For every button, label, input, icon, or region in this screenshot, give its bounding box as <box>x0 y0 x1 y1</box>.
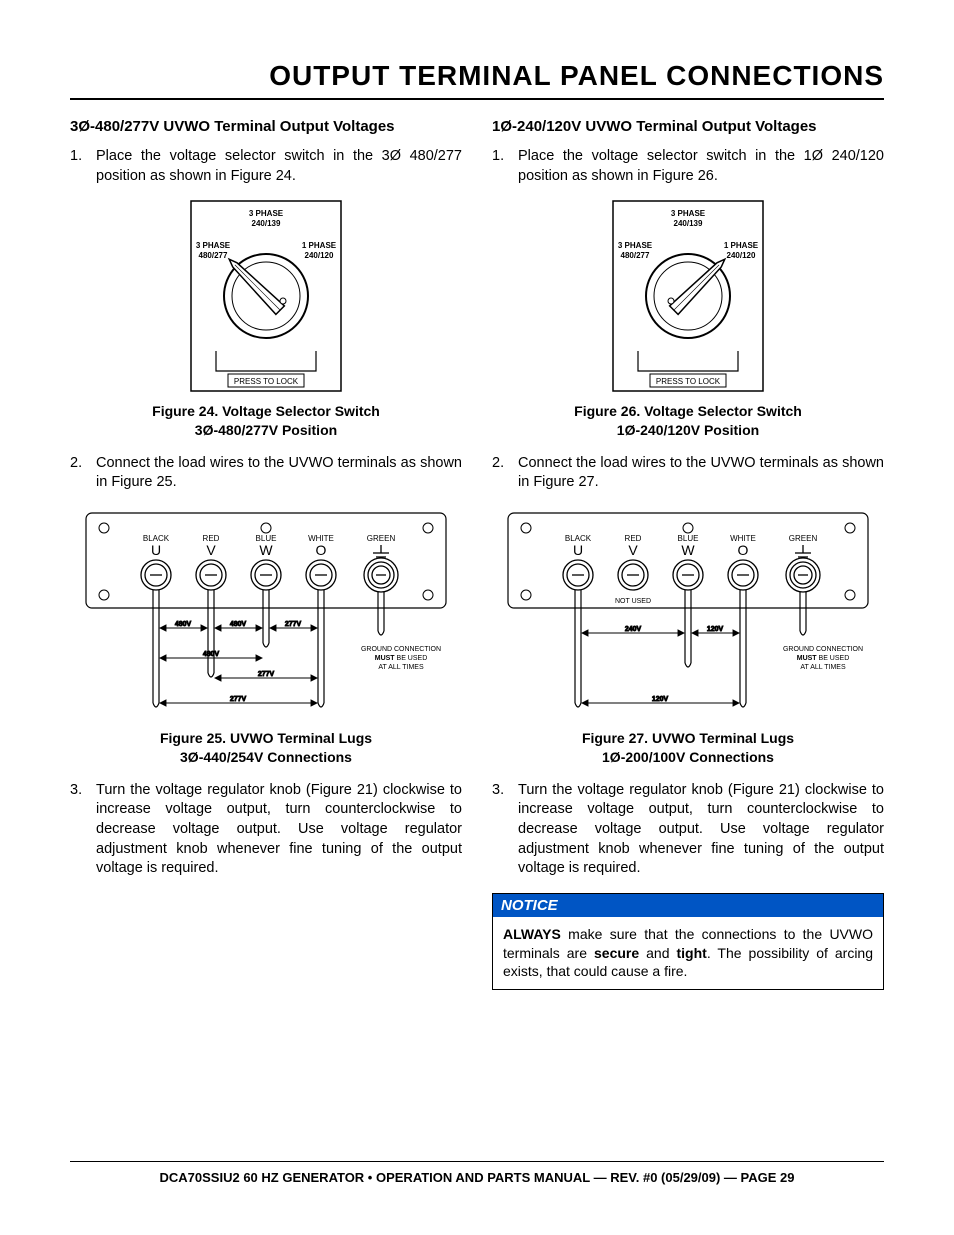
figure-24: 3 PHASE 240/139 3 PHASE 480/277 1 PHASE … <box>70 196 462 440</box>
svg-text:277V: 277V <box>285 621 302 628</box>
uvwo-terminal-diagram-3phase: BLACK RED BLUE WHITE GREEN U V W O <box>76 503 456 723</box>
svg-text:V: V <box>206 542 216 558</box>
left-heading: 3Ø-480/277V UVWO Terminal Output Voltage… <box>70 118 462 135</box>
svg-text:U: U <box>573 542 583 558</box>
svg-text:AT ALL TIMES: AT ALL TIMES <box>800 664 846 671</box>
right-column: 1Ø-240/120V UVWO Terminal Output Voltage… <box>492 118 884 990</box>
svg-text:O: O <box>738 542 749 558</box>
left-step-2: 2. Connect the load wires to the UVWO te… <box>70 454 462 493</box>
page-title: OUTPUT TERMINAL PANEL CONNECTIONS <box>70 60 884 100</box>
svg-text:1 PHASE: 1 PHASE <box>724 241 759 250</box>
svg-text:V: V <box>628 542 638 558</box>
figure-26: 3 PHASE 240/139 3 PHASE 480/277 1 PHASE … <box>492 196 884 440</box>
svg-text:GROUND CONNECTION: GROUND CONNECTION <box>783 646 863 653</box>
notice-body: ALWAYS make sure that the connections to… <box>493 917 883 990</box>
svg-text:240/139: 240/139 <box>674 219 703 228</box>
svg-text:GREEN: GREEN <box>367 534 396 543</box>
right-heading: 1Ø-240/120V UVWO Terminal Output Voltage… <box>492 118 884 135</box>
notice-box: NOTICE ALWAYS make sure that the connect… <box>492 893 884 991</box>
svg-text:AT ALL TIMES: AT ALL TIMES <box>378 664 424 671</box>
svg-text:MUST BE USED: MUST BE USED <box>375 655 428 662</box>
svg-text:W: W <box>681 542 695 558</box>
voltage-selector-switch-diagram: 3 PHASE 240/139 3 PHASE 480/277 1 PHASE … <box>181 196 351 396</box>
svg-text:120V: 120V <box>652 696 669 703</box>
svg-text:480V: 480V <box>230 621 247 628</box>
svg-text:W: W <box>259 542 273 558</box>
svg-text:PRESS TO LOCK: PRESS TO LOCK <box>234 377 299 386</box>
svg-text:240/120: 240/120 <box>727 251 756 260</box>
svg-text:GREEN: GREEN <box>789 534 818 543</box>
right-step-3: 3. Turn the voltage regulator knob (Figu… <box>492 781 884 879</box>
svg-text:GROUND CONNECTION: GROUND CONNECTION <box>361 646 441 653</box>
svg-text:480/277: 480/277 <box>621 251 650 260</box>
uvwo-terminal-diagram-1phase: BLACK RED BLUE WHITE GREEN U V W O <box>498 503 878 723</box>
svg-text:PRESS TO LOCK: PRESS TO LOCK <box>656 377 721 386</box>
svg-text:O: O <box>316 542 327 558</box>
notice-header: NOTICE <box>493 894 883 917</box>
svg-text:3 PHASE: 3 PHASE <box>671 209 706 218</box>
page-footer: DCA70SSIU2 60 HZ GENERATOR • OPERATION A… <box>70 1161 884 1185</box>
figure-24-caption: Figure 24. Voltage Selector Switch 3Ø-48… <box>152 402 380 440</box>
svg-text:480V: 480V <box>203 651 220 658</box>
figure-27: BLACK RED BLUE WHITE GREEN U V W O <box>492 503 884 767</box>
svg-text:480/277: 480/277 <box>199 251 228 260</box>
figure-25: BLACK RED BLUE WHITE GREEN U V W O <box>70 503 462 767</box>
svg-text:1 PHASE: 1 PHASE <box>302 241 337 250</box>
svg-text:277V: 277V <box>230 696 247 703</box>
voltage-selector-switch-diagram-1phase: 3 PHASE 240/139 3 PHASE 480/277 1 PHASE … <box>603 196 773 396</box>
svg-text:240V: 240V <box>625 626 642 633</box>
svg-text:120V: 120V <box>707 626 724 633</box>
right-step-2: 2. Connect the load wires to the UVWO te… <box>492 454 884 493</box>
left-column: 3Ø-480/277V UVWO Terminal Output Voltage… <box>70 118 462 990</box>
figure-25-caption: Figure 25. UVWO Terminal Lugs 3Ø-440/254… <box>160 729 372 767</box>
svg-text:3 PHASE: 3 PHASE <box>618 241 653 250</box>
svg-text:NOT USED: NOT USED <box>615 598 651 605</box>
right-step-1: 1. Place the voltage selector switch in … <box>492 147 884 186</box>
svg-text:U: U <box>151 542 161 558</box>
left-step-1: 1. Place the voltage selector switch in … <box>70 147 462 186</box>
figure-27-caption: Figure 27. UVWO Terminal Lugs 1Ø-200/100… <box>582 729 794 767</box>
two-column-layout: 3Ø-480/277V UVWO Terminal Output Voltage… <box>70 118 884 990</box>
svg-text:277V: 277V <box>258 671 275 678</box>
svg-text:3 PHASE: 3 PHASE <box>196 241 231 250</box>
left-step-3: 3. Turn the voltage regulator knob (Figu… <box>70 781 462 879</box>
svg-text:240/139: 240/139 <box>252 219 281 228</box>
figure-26-caption: Figure 26. Voltage Selector Switch 1Ø-24… <box>574 402 802 440</box>
svg-text:3 PHASE: 3 PHASE <box>249 209 284 218</box>
svg-text:240/120: 240/120 <box>305 251 334 260</box>
svg-text:MUST BE USED: MUST BE USED <box>797 655 850 662</box>
svg-text:480V: 480V <box>175 621 192 628</box>
